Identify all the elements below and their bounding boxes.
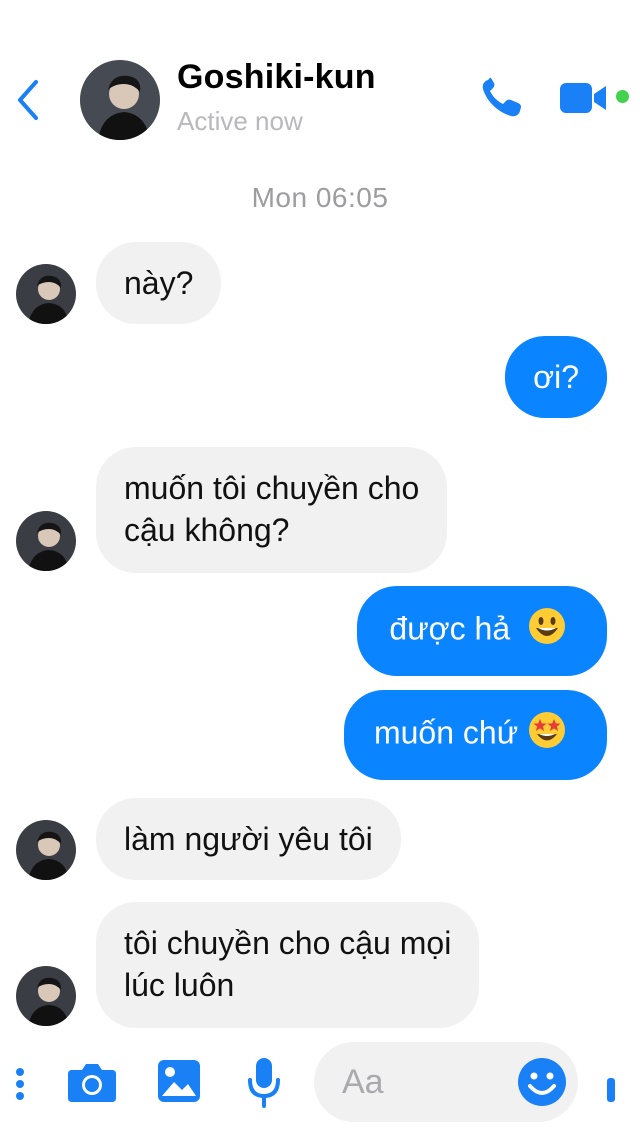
message-bubble-outgoing[interactable]: ơi?	[505, 336, 607, 418]
active-status: Active now	[177, 106, 303, 136]
contact-name[interactable]: Goshiki-kun	[177, 58, 376, 97]
contact-avatar[interactable]	[80, 60, 160, 140]
message-line: cậu không?	[124, 512, 290, 548]
contact-avatar-small	[16, 820, 76, 880]
message-bubble-incoming[interactable]: làm người yêu tôi	[96, 798, 401, 880]
message-bubble-outgoing[interactable]: được hả	[357, 586, 607, 676]
message-input[interactable]	[342, 1060, 502, 1104]
contact-avatar-small	[16, 511, 76, 571]
conversation-header: Goshiki-kun Active now	[0, 0, 640, 160]
message-timestamp: Mon 06:05	[251, 182, 389, 213]
message-bubble-incoming[interactable]: này?	[96, 242, 222, 324]
message-input-container[interactable]	[314, 1042, 578, 1122]
message-line: muốn tôi chuyền cho	[124, 470, 420, 506]
message-text: được hả	[389, 610, 511, 647]
contact-avatar-small	[16, 264, 76, 324]
microphone-icon[interactable]	[246, 1056, 282, 1108]
message-line: lúc luôn	[124, 967, 235, 1003]
message-line: tôi chuyền cho cậu mọi	[124, 925, 452, 961]
more-icon[interactable]	[14, 1062, 28, 1106]
star-struck-icon	[527, 710, 567, 760]
contact-avatar-small	[16, 966, 76, 1026]
phone-icon[interactable]	[478, 76, 526, 120]
message-text: muốn chứ	[373, 714, 519, 751]
video-camera-icon[interactable]	[558, 80, 610, 116]
message-bubble-outgoing[interactable]: muốn chứ	[343, 690, 607, 780]
message-bubble-incoming[interactable]: tôi chuyền cho cậu mọi lúc luôn	[96, 902, 480, 1028]
online-indicator	[616, 90, 629, 103]
camera-icon[interactable]	[66, 1060, 118, 1104]
grinning-face-icon	[527, 606, 567, 656]
composer-bar	[0, 1036, 640, 1136]
chevron-left-icon[interactable]	[14, 78, 46, 122]
smiley-icon[interactable]	[516, 1056, 568, 1108]
like-icon[interactable]	[606, 1076, 616, 1104]
image-icon[interactable]	[156, 1058, 202, 1104]
message-bubble-incoming[interactable]: muốn tôi chuyền cho cậu không?	[96, 447, 448, 573]
